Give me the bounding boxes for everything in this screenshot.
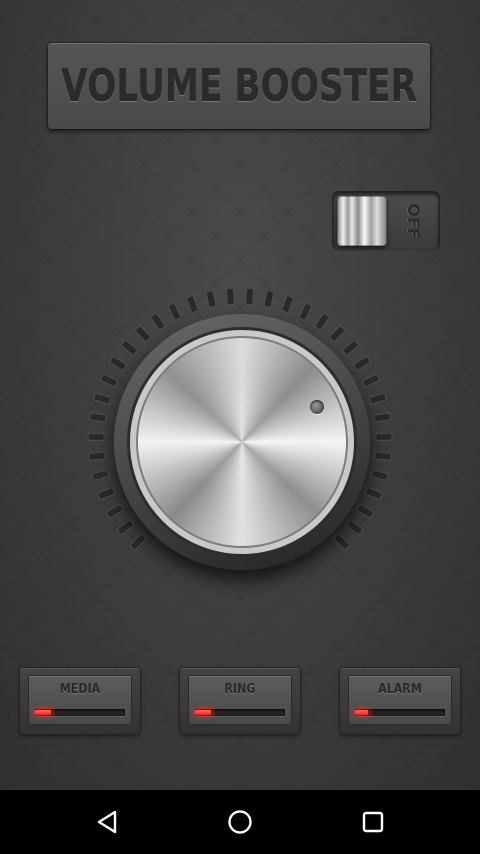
back-button[interactable] <box>91 806 123 838</box>
dial-tick <box>97 487 116 500</box>
system-navigation-bar <box>0 790 480 854</box>
dial-tick <box>374 451 392 461</box>
recents-button[interactable] <box>357 806 389 838</box>
dial-tick <box>106 504 124 518</box>
toggle-thumb[interactable] <box>337 196 387 246</box>
dial-tick <box>333 533 350 550</box>
dial-tick <box>167 303 182 321</box>
dial-tick <box>245 287 255 305</box>
dial-tick <box>281 295 294 313</box>
boost-toggle-switch[interactable]: OFF <box>333 192 439 250</box>
volume-knob[interactable] <box>130 330 354 554</box>
dial-tick <box>88 451 106 461</box>
dial-tick <box>91 469 110 481</box>
media-slider-track[interactable] <box>35 709 125 716</box>
alarm-slider-face: ALARM <box>349 676 451 724</box>
dial-tick <box>100 374 118 387</box>
media-slider-face: MEDIA <box>29 676 131 724</box>
dial-tick <box>353 356 371 371</box>
dial-tick <box>205 290 217 308</box>
dial-tick <box>329 325 345 342</box>
dial-tick <box>225 287 235 305</box>
dial-tick <box>298 303 313 321</box>
dial-tick <box>121 340 138 356</box>
volume-dial[interactable] <box>82 282 398 598</box>
dial-tick <box>130 533 147 550</box>
dial-tick <box>369 392 387 405</box>
ring-slider-face: RING <box>189 676 291 724</box>
dial-tick <box>150 313 166 331</box>
back-triangle-icon <box>97 810 117 834</box>
title-plate: VOLUME BOOSTER <box>48 43 430 129</box>
recents-square-icon <box>362 811 384 833</box>
dial-tick <box>346 519 363 535</box>
dial-tick <box>356 504 374 518</box>
dial-tick <box>370 469 389 481</box>
ring-slider-fill <box>195 710 212 715</box>
dial-tick <box>364 487 383 500</box>
knob-indicator-dot <box>310 400 324 414</box>
dial-tick <box>89 412 107 423</box>
home-button[interactable] <box>224 806 256 838</box>
alarm-slider-fill <box>355 710 368 715</box>
dial-tick <box>375 432 393 441</box>
dial-tick <box>314 313 330 331</box>
dial-tick <box>93 392 111 405</box>
alarm-slider-label: ALARM <box>378 682 422 697</box>
dial-tick <box>135 325 151 342</box>
dial-tick <box>373 412 391 423</box>
media-volume-slider[interactable]: MEDIA <box>20 668 140 734</box>
alarm-slider-track[interactable] <box>355 709 445 716</box>
toggle-state-label: OFF <box>404 203 424 239</box>
ring-slider-track[interactable] <box>195 709 285 716</box>
dial-tick <box>117 519 134 535</box>
ring-volume-slider[interactable]: RING <box>180 668 300 734</box>
home-circle-icon <box>228 810 252 834</box>
media-slider-fill <box>35 710 52 715</box>
dial-tick <box>87 432 105 441</box>
alarm-volume-slider[interactable]: ALARM <box>340 668 460 734</box>
dial-tick <box>362 374 380 387</box>
app-title: VOLUME BOOSTER <box>61 60 417 112</box>
dial-tick <box>109 356 127 371</box>
dial-tick <box>342 340 359 356</box>
volume-booster-screen: VOLUME BOOSTER OFF MEDIA RING ALARM <box>0 0 480 790</box>
dial-tick <box>186 295 199 313</box>
ring-slider-label: RING <box>224 682 256 697</box>
media-slider-label: MEDIA <box>59 682 101 697</box>
dial-tick <box>263 290 275 308</box>
